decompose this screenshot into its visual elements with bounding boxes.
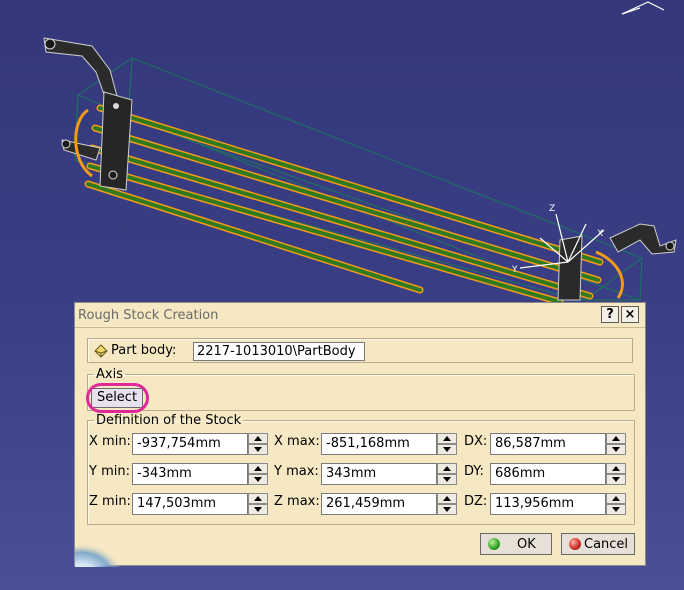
y-max-field[interactable]: 343mm <box>321 463 437 485</box>
part-body-field[interactable]: 2217-1013010\PartBody <box>193 342 365 361</box>
y-max-down-arrow[interactable] <box>437 474 457 485</box>
x-min-up-arrow[interactable] <box>248 433 268 444</box>
help-button[interactable]: ? <box>601 306 619 323</box>
tube-bundle <box>84 104 604 306</box>
ok-icon <box>488 538 500 550</box>
dx-up-arrow[interactable] <box>606 433 626 444</box>
compass-icon[interactable] <box>621 1 665 15</box>
dz-up-arrow[interactable] <box>606 493 626 504</box>
part-body-icon <box>94 344 108 358</box>
dialog-titlebar[interactable]: Rough Stock Creation ? × <box>75 303 645 328</box>
z-max-down-arrow[interactable] <box>437 504 457 515</box>
x-min-down-arrow[interactable] <box>248 444 268 455</box>
x-max-field[interactable]: -851,168mm <box>321 433 437 455</box>
x-max-up-arrow[interactable] <box>437 433 457 444</box>
y-min-field[interactable]: -343mm <box>132 463 248 485</box>
x-max-label: X max: <box>274 434 320 449</box>
dx-down-arrow[interactable] <box>606 444 626 455</box>
axis-x-label: X <box>597 229 603 239</box>
x-max-down-arrow[interactable] <box>437 444 457 455</box>
axis-select-button[interactable]: Select <box>91 388 143 408</box>
cancel-button[interactable]: Cancel <box>561 533 635 555</box>
dx-field[interactable]: 86,587mm <box>490 433 606 455</box>
cancel-label: Cancel <box>584 537 629 552</box>
z-min-label: Z min: <box>89 494 131 509</box>
y-max-label: Y max: <box>274 464 319 479</box>
z-min-up-arrow[interactable] <box>248 493 268 504</box>
dy-up-arrow[interactable] <box>606 463 626 474</box>
dy-down-arrow[interactable] <box>606 474 626 485</box>
y-min-down-arrow[interactable] <box>248 474 268 485</box>
axis-y-label: Y <box>511 265 518 275</box>
y-min-up-arrow[interactable] <box>248 463 268 474</box>
part-body-row: Part body: 2217-1013010\PartBody <box>87 338 633 363</box>
definition-legend: Definition of the Stock <box>96 413 242 428</box>
x-min-field[interactable]: -937,754mm <box>132 433 248 455</box>
ok-label: OK <box>517 537 536 552</box>
z-max-up-arrow[interactable] <box>437 493 457 504</box>
axis-group: Axis <box>87 367 635 411</box>
axis-z-label: Z <box>549 204 555 214</box>
y-max-up-arrow[interactable] <box>437 463 457 474</box>
z-max-field[interactable]: 261,459mm <box>321 493 437 515</box>
app-logo-icon <box>75 543 123 567</box>
dz-down-arrow[interactable] <box>606 504 626 515</box>
dz-label: DZ: <box>464 494 488 509</box>
x-min-label: X min: <box>89 434 131 449</box>
dy-field[interactable]: 686mm <box>490 463 606 485</box>
dialog-title: Rough Stock Creation <box>78 308 219 323</box>
dz-field[interactable]: 113,956mm <box>490 493 606 515</box>
cancel-icon <box>569 538 581 550</box>
z-max-label: Z max: <box>274 494 320 509</box>
ok-button[interactable]: OK <box>480 533 552 555</box>
dx-label: DX: <box>464 434 488 449</box>
z-min-field[interactable]: 147,503mm <box>132 493 248 515</box>
rough-stock-dialog: Rough Stock Creation ? × Part body: 2217… <box>74 302 646 567</box>
axis-legend: Axis <box>96 367 123 382</box>
right-bracket <box>557 223 677 301</box>
dy-label: DY: <box>464 464 484 479</box>
part-body-label: Part body: <box>111 343 177 358</box>
z-min-down-arrow[interactable] <box>248 504 268 515</box>
y-min-label: Y min: <box>89 464 130 479</box>
close-button[interactable]: × <box>621 306 639 323</box>
